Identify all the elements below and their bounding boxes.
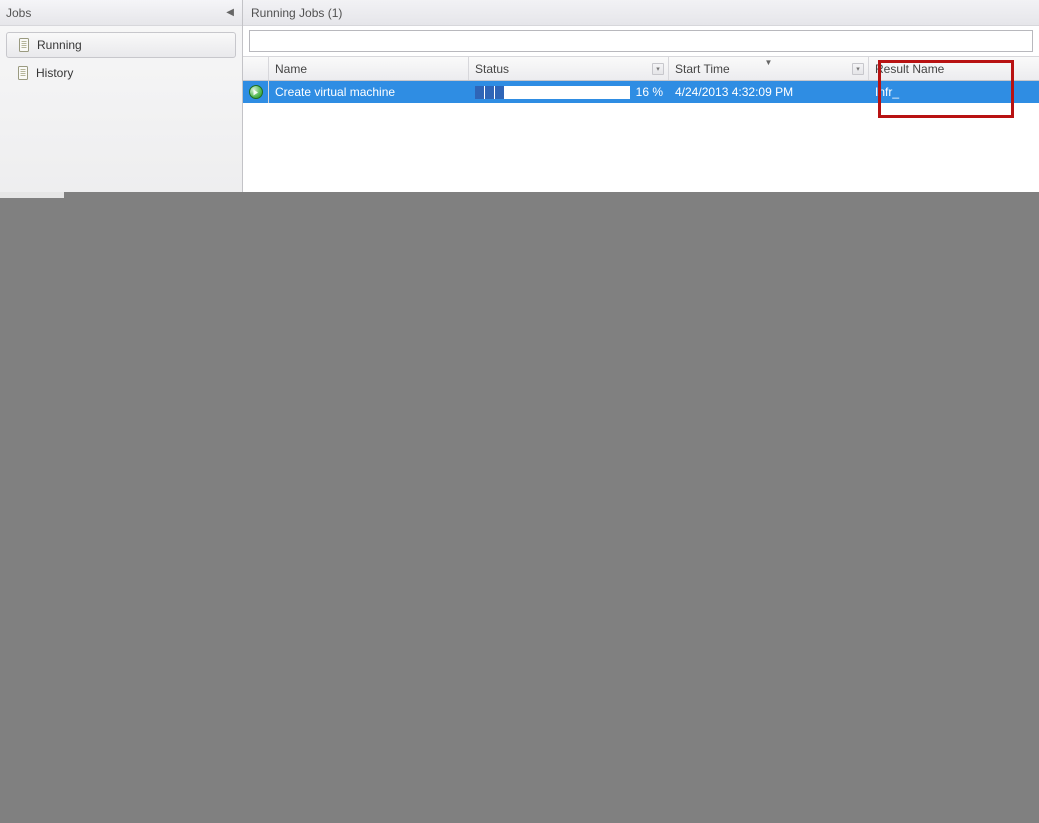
progress-bar [475,86,630,99]
job-result-name: Infr_ [875,85,899,99]
job-name: Create virtual machine [275,85,395,99]
document-icon [17,38,31,52]
filter-dropdown-icon[interactable]: ▾ [652,63,664,75]
column-label: Result Name [875,62,944,76]
main-area: Running Jobs (1) Name Status ▾ Start T [243,0,1039,192]
sidebar-items: Running History [0,26,242,88]
sidebar-item-label: Running [37,38,82,52]
sidebar-item-history[interactable]: History [6,60,236,86]
filter-dropdown-icon[interactable]: ▾ [852,63,864,75]
sidebar-item-running[interactable]: Running [6,32,236,58]
table-row[interactable]: Create virtual machine 16 % [243,81,1039,103]
job-start-time: 4/24/2013 4:32:09 PM [675,85,793,99]
jobs-table: Name Status ▾ Start Time ▼ ▾ Result Name [243,56,1039,103]
table-header: Name Status ▾ Start Time ▼ ▾ Result Name [243,57,1039,81]
job-result-name-cell: Infr_ [869,81,1039,103]
progress-percent-text: 16 % [636,85,663,99]
sidebar: Jobs ◀ Running [0,0,243,192]
main-header: Running Jobs (1) [243,0,1039,26]
empty-area [0,192,1039,823]
column-header-start-time[interactable]: Start Time ▼ ▾ [669,57,869,80]
main-title: Running Jobs (1) [251,6,342,20]
column-label: Status [475,62,509,76]
collapse-sidebar-icon[interactable]: ◀ [224,7,236,18]
job-name-cell: Create virtual machine [269,81,469,103]
sidebar-header: Jobs ◀ [0,0,242,26]
play-icon [249,85,263,99]
sidebar-title: Jobs [6,6,31,20]
column-label: Start Time [675,62,730,76]
document-icon [16,66,30,80]
sidebar-bottom-edge [0,192,64,198]
search-row [243,26,1039,56]
job-start-time-cell: 4/24/2013 4:32:09 PM [669,81,869,103]
jobs-panel: Jobs ◀ Running [0,0,1039,192]
column-header-icon[interactable] [243,57,269,80]
column-label: Name [275,62,307,76]
sidebar-item-label: History [36,66,73,80]
job-status-cell [243,81,269,103]
column-header-result-name[interactable]: Result Name [869,57,1039,80]
progress-wrap: 16 % [475,85,663,99]
column-header-status[interactable]: Status ▾ [469,57,669,80]
sort-descending-icon: ▼ [765,58,773,67]
search-input[interactable] [249,30,1033,52]
job-status-progress-cell: 16 % [469,81,669,103]
column-header-name[interactable]: Name [269,57,469,80]
